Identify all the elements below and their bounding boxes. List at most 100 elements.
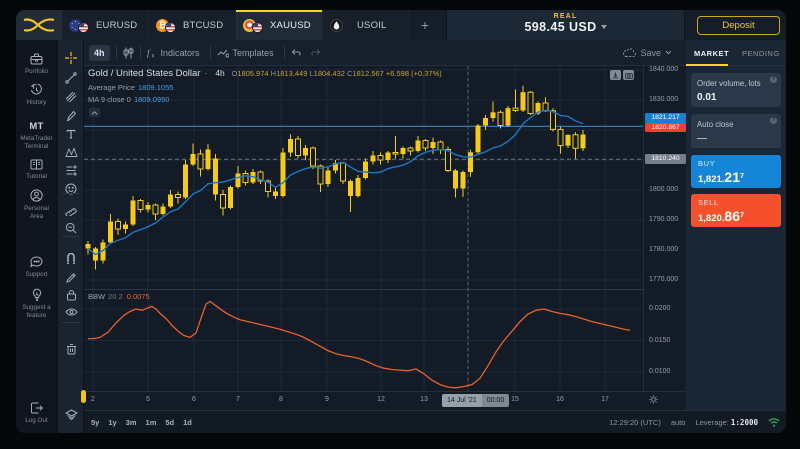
download-chart-button[interactable] xyxy=(610,70,621,80)
screenshot-button[interactable] xyxy=(623,70,634,80)
sell-price-tag: 1820.867 xyxy=(645,123,686,133)
candle xyxy=(258,171,263,185)
price-scale-label: 1780.000 xyxy=(644,246,687,253)
tool-tree[interactable] xyxy=(58,407,84,423)
time-axis-label: 12 xyxy=(377,396,385,403)
price-scale-label: 1840.000 xyxy=(644,66,687,73)
range-button-1y[interactable]: 1y xyxy=(108,418,116,427)
logout-icon xyxy=(16,402,57,414)
tool-pattern[interactable] xyxy=(58,144,84,160)
candle xyxy=(221,190,226,216)
tool-forecast[interactable] xyxy=(58,162,84,178)
exness-logo-icon xyxy=(22,17,56,33)
candle xyxy=(228,186,233,210)
tool-text[interactable] xyxy=(58,126,84,142)
deposit-button[interactable]: Deposit xyxy=(697,16,780,35)
sidebar-item-log-out[interactable]: Log Out xyxy=(16,402,57,425)
tool-trash[interactable] xyxy=(58,341,84,357)
svg-text:x: x xyxy=(151,53,154,58)
sell-button[interactable]: SELL 1,820.867 xyxy=(691,194,781,227)
candle xyxy=(93,247,98,270)
sidebar-item-support[interactable]: Support xyxy=(16,256,57,279)
candle xyxy=(288,134,293,157)
tab-market[interactable]: MARKET xyxy=(694,40,729,66)
order-volume-field[interactable]: Order volume, lots 0.01 ? xyxy=(691,73,781,107)
tool-ruler[interactable] xyxy=(58,202,84,218)
bulb-icon xyxy=(16,288,57,301)
sidebar-item-tutorial[interactable]: Tutorial xyxy=(16,159,57,181)
candles-icon xyxy=(123,47,134,59)
range-button-1d[interactable]: 1d xyxy=(183,418,192,427)
timezone-mode[interactable]: auto xyxy=(671,418,686,427)
chart-style-button[interactable] xyxy=(123,40,134,65)
tool-crosshair[interactable] xyxy=(58,50,84,66)
tool-eye[interactable] xyxy=(58,304,84,320)
chat-icon xyxy=(16,256,57,268)
axis-settings-gear-icon[interactable] xyxy=(649,395,658,404)
time-axis-label: 8 xyxy=(279,396,283,403)
leverage-readout: Leverage: 1:2000 xyxy=(695,418,758,427)
tab-pending[interactable]: PENDING xyxy=(742,40,780,66)
tool-brush[interactable] xyxy=(58,108,84,124)
utc-clock: 12:29:20 (UTC) xyxy=(609,418,661,427)
sidebar-item-portfolio[interactable]: Portfolio xyxy=(16,53,57,76)
undo-button[interactable] xyxy=(291,48,302,57)
camera-icon xyxy=(625,72,633,79)
tool-fib[interactable] xyxy=(58,89,84,105)
candle xyxy=(416,136,421,153)
scroll-pill[interactable] xyxy=(81,390,86,403)
account-selector[interactable]: REAL 598.45 USD xyxy=(446,10,685,40)
sidebar-item-label: PersonalArea xyxy=(16,205,57,220)
tool-edit[interactable] xyxy=(58,270,84,286)
price-scale[interactable]: 1840.0001830.0001820.0001810.0001800.000… xyxy=(643,66,686,391)
add-instrument-button[interactable]: + xyxy=(410,10,440,40)
forecast-icon xyxy=(65,165,77,176)
collapse-legend-button[interactable] xyxy=(89,108,100,117)
templates-button[interactable]: Templates xyxy=(217,40,274,65)
tool-magnet[interactable] xyxy=(58,251,84,267)
time-axis[interactable]: 14 Jul '2100:00 2567891213151617 xyxy=(84,391,686,410)
buy-button[interactable]: BUY 1,821.217 xyxy=(691,155,781,188)
tool-emoji[interactable] xyxy=(58,181,84,197)
range-button-5y[interactable]: 5y xyxy=(91,418,99,427)
sidebar-item-suggest-a-feature[interactable]: Suggest afeature xyxy=(16,288,57,319)
sidebar-item-metatrader-terminal[interactable]: MTMetaTraderTerminal xyxy=(16,121,57,150)
candle xyxy=(131,196,136,226)
instrument-tab-xauusd[interactable]: XAUUSD xyxy=(236,10,323,40)
tool-zoom[interactable] xyxy=(58,220,84,236)
candle xyxy=(341,162,346,185)
candle xyxy=(348,180,353,212)
tool-trendline[interactable] xyxy=(58,70,84,86)
chart-area[interactable]: Gold / United States Dollar·4h O1805.974… xyxy=(84,66,686,391)
candle xyxy=(476,124,481,154)
instrument-tab-usoil[interactable]: USOIL xyxy=(323,10,410,40)
sidebar-item-personal-area[interactable]: PersonalArea xyxy=(16,189,57,220)
help-icon[interactable]: ? xyxy=(770,117,777,124)
range-button-3m[interactable]: 3m xyxy=(126,418,137,427)
mt-icon: MT xyxy=(16,121,57,132)
instrument-tab-eurusd[interactable]: EURUSD xyxy=(62,10,149,40)
save-layout-button[interactable]: Save xyxy=(623,40,672,65)
candle xyxy=(153,204,158,221)
magnet-icon xyxy=(65,253,77,265)
range-button-5d[interactable]: 5d xyxy=(165,418,174,427)
candle xyxy=(116,219,121,236)
book-icon xyxy=(16,159,57,170)
text-icon xyxy=(65,128,77,140)
redo-button[interactable] xyxy=(310,48,321,57)
candle xyxy=(356,175,361,198)
tool-lock[interactable] xyxy=(58,287,84,303)
logo-zone[interactable] xyxy=(16,10,62,40)
candle xyxy=(198,150,203,177)
candlestick-chart xyxy=(84,66,686,391)
candle xyxy=(138,199,143,213)
instrument-tab-btcusd[interactable]: ₿BTCUSD xyxy=(149,10,236,40)
timeframe-button[interactable]: 4h xyxy=(89,45,110,61)
help-icon[interactable]: ? xyxy=(770,76,777,83)
sidebar-item-history[interactable]: History xyxy=(16,84,57,107)
range-button-1m[interactable]: 1m xyxy=(146,418,157,427)
indicators-button[interactable]: f x Indicators xyxy=(147,40,200,65)
auto-close-field[interactable]: Auto close — ? xyxy=(691,114,781,148)
wifi-icon xyxy=(768,417,780,427)
candle xyxy=(461,171,466,197)
